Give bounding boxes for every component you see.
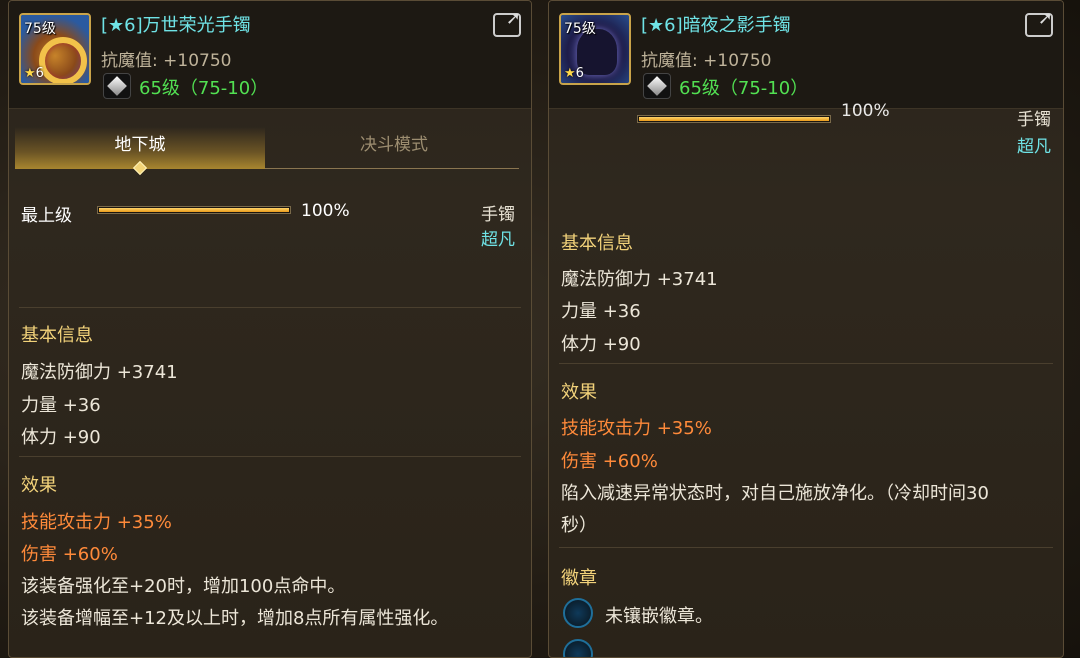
grade-label: 最上级: [21, 206, 72, 226]
divider: [19, 307, 521, 308]
share-icon[interactable]: [493, 8, 521, 37]
item-level-range: 65级（75-10）: [679, 78, 809, 99]
emblem-slot-icon[interactable]: [563, 598, 593, 628]
stat-line: 力量 +36: [21, 395, 101, 416]
grade-bar-fill: [639, 117, 829, 121]
tooltip-header: 75级 ★6 [★6]万世荣光手镯 抗魔值: +10750 65级（75-10）: [9, 1, 531, 109]
stat-line: 体力 +90: [21, 427, 101, 448]
rarity-label: 超凡: [1017, 137, 1051, 157]
divider: [559, 363, 1053, 364]
rarity-label: 超凡: [481, 230, 515, 250]
equipment-slot: 手镯: [1017, 110, 1051, 130]
effect-description: 秒）: [561, 515, 597, 536]
effect-description: 该装备增幅至+12及以上时，增加8点所有属性强化。: [21, 608, 449, 629]
basic-info-title: 基本信息: [561, 233, 633, 254]
emblem-empty-text: 未镶嵌徽章。: [605, 606, 713, 627]
stat-line: 体力 +90: [561, 334, 641, 355]
item-star-tag: ★6: [564, 66, 584, 81]
divider: [559, 547, 1053, 548]
basic-info-title: 基本信息: [21, 325, 93, 346]
stat-line: 魔法防御力 +3741: [561, 269, 718, 290]
grade-bar: [97, 206, 291, 214]
effect-line: 技能攻击力 +35%: [21, 512, 172, 533]
stat-line: 力量 +36: [561, 301, 641, 322]
item-level-tag: 75级: [24, 21, 56, 37]
diamond-gem-icon: [643, 73, 671, 99]
tooltip-header: 75级 ★6 [★6]暗夜之影手镯 抗魔值: +10750 65级（75-10）: [549, 1, 1063, 109]
diamond-gem-icon: [103, 73, 131, 99]
tab-duel-mode[interactable]: 决斗模式: [269, 127, 519, 169]
mode-tabs: 地下城 决斗模式: [15, 127, 519, 176]
item-level-range: 65级（75-10）: [139, 78, 269, 99]
item-tooltip-right: 75级 ★6 [★6]暗夜之影手镯 抗魔值: +10750 65级（75-10）…: [548, 0, 1064, 658]
emblem-title: 徽章: [561, 568, 597, 589]
item-tooltip-left: 75级 ★6 [★6]万世荣光手镯 抗魔值: +10750 65级（75-10）…: [8, 0, 532, 658]
emblem-slot-icon[interactable]: [563, 639, 593, 657]
bracelet-item-icon[interactable]: 75级 ★6: [19, 13, 91, 85]
effect-line: 技能攻击力 +35%: [561, 418, 712, 439]
effect-description: 该装备强化至+20时，增加100点命中。: [21, 576, 346, 597]
divider: [19, 456, 521, 457]
grade-percent: 100%: [301, 201, 350, 221]
effect-line: 伤害 +60%: [21, 544, 118, 565]
stat-line: 魔法防御力 +3741: [21, 362, 178, 383]
shadow-bracelet-item-icon[interactable]: 75级 ★6: [559, 13, 631, 85]
equipment-slot: 手镯: [481, 205, 515, 225]
grade-bar-fill: [99, 208, 289, 212]
share-icon[interactable]: [1025, 8, 1053, 37]
grade-percent: 100%: [841, 101, 890, 121]
item-level-tag: 75级: [564, 21, 596, 37]
effect-title: 效果: [21, 475, 57, 496]
effect-description: 陷入减速异常状态时，对自己施放净化。（冷却时间30: [561, 483, 989, 504]
anti-magic-stat: 抗魔值: +10750: [101, 51, 232, 71]
effect-line: 伤害 +60%: [561, 451, 658, 472]
item-title: [★6]暗夜之影手镯: [641, 15, 791, 36]
grade-bar: [637, 115, 831, 123]
item-star-tag: ★6: [24, 66, 44, 81]
anti-magic-stat: 抗魔值: +10750: [641, 51, 772, 71]
item-title: [★6]万世荣光手镯: [101, 15, 251, 36]
effect-title: 效果: [561, 382, 597, 403]
